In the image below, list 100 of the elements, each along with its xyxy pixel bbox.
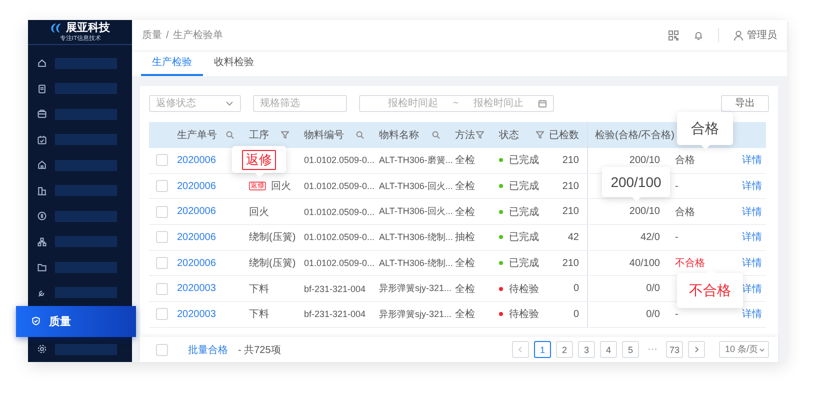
order-link[interactable]: 2020006 xyxy=(177,258,216,269)
table-cell-text: 不合格 xyxy=(675,256,705,270)
logo-title: 展亚科技 xyxy=(66,22,110,34)
user-name[interactable]: 管理员 xyxy=(747,28,777,42)
table-cell-text: 回火 xyxy=(249,206,269,219)
table-cell: 200/10 xyxy=(629,154,660,166)
date-range-field[interactable]: 报检时间起 ~ 报检时间止 xyxy=(359,94,554,112)
details-link[interactable]: 详情 xyxy=(742,256,762,270)
export-button[interactable]: 导出 xyxy=(721,94,769,112)
document-icon[interactable] xyxy=(37,84,47,94)
checkbox[interactable] xyxy=(156,308,168,320)
details-link[interactable]: 详情 xyxy=(742,307,762,322)
table-cell-text: 下料 xyxy=(249,308,269,322)
calendar-check-icon[interactable] xyxy=(37,134,47,145)
table-cell-text: 合格 xyxy=(675,154,695,168)
details-link[interactable]: 详情 xyxy=(742,179,762,194)
batch-pass-link[interactable]: 批量合格 xyxy=(188,342,228,356)
house-icon[interactable] xyxy=(37,160,47,170)
bell-icon[interactable] xyxy=(693,30,704,40)
column-header: 已检数 xyxy=(549,128,579,142)
coin-icon[interactable] xyxy=(37,211,47,222)
table-cell-text: 已完成 xyxy=(509,206,539,219)
details-link[interactable]: 详情 xyxy=(742,204,762,219)
checkbox[interactable] xyxy=(156,206,168,218)
table-cell-text: 待检验 xyxy=(509,308,539,322)
spec-field[interactable]: 规格筛选 xyxy=(253,94,347,112)
table-cell: 210 xyxy=(562,180,579,192)
column-header: 生产单号 xyxy=(177,128,217,142)
column-header: 状态 xyxy=(499,128,519,142)
column-header: 工序 xyxy=(249,128,269,142)
tab[interactable]: 收料检验 xyxy=(203,50,265,76)
table-cell: 01.0102.0509-0... xyxy=(304,232,375,242)
gear-icon[interactable] xyxy=(37,344,47,354)
checkbox[interactable] xyxy=(156,344,168,356)
table-cell: bf-231-321-004 xyxy=(304,284,366,294)
prev-page-button[interactable] xyxy=(512,341,529,358)
table-cell: 0/0 xyxy=(646,308,660,320)
placeholder-bar xyxy=(55,210,117,222)
details-link[interactable]: 详情 xyxy=(742,230,762,244)
page-button[interactable]: 1 xyxy=(534,341,551,358)
status-select[interactable]: 返修状态 xyxy=(149,94,241,112)
details-link[interactable]: 详情 xyxy=(742,282,762,296)
checkbox[interactable] xyxy=(156,154,168,166)
page-button[interactable]: 73 xyxy=(666,341,683,358)
checkbox[interactable] xyxy=(156,231,168,244)
search-icon[interactable] xyxy=(226,131,234,139)
order-link[interactable]: 2020003 xyxy=(177,283,216,294)
order-link[interactable]: 2020006 xyxy=(177,154,216,166)
table-cell: 42/0 xyxy=(640,232,660,243)
table-cell: 01.0102.0509-0... xyxy=(304,181,375,192)
column-header: 检验(合格/不合格) xyxy=(595,128,674,142)
user-icon[interactable] xyxy=(733,30,744,40)
page-size-select[interactable]: 10 条/页 xyxy=(719,341,769,358)
tab[interactable]: 生产检验 xyxy=(141,50,203,76)
table-cell: 42 xyxy=(568,232,579,243)
search-icon[interactable] xyxy=(432,131,440,139)
details-link[interactable]: 详情 xyxy=(742,153,762,168)
checkbox[interactable] xyxy=(156,257,168,270)
hierarchy-icon[interactable] xyxy=(37,236,47,247)
grid-icon[interactable] xyxy=(668,30,679,40)
order-link[interactable]: 2020006 xyxy=(177,206,216,218)
table-cell: 200/10 xyxy=(629,206,660,218)
filter-icon[interactable] xyxy=(536,131,544,139)
total-count: - 共725项 xyxy=(238,344,281,356)
order-link[interactable]: 2020006 xyxy=(177,232,216,243)
order-link[interactable]: 2020006 xyxy=(177,180,216,192)
column-header: 物料名称 xyxy=(379,128,419,142)
page-button[interactable]: 2 xyxy=(556,341,573,358)
page-button[interactable]: 5 xyxy=(622,341,639,358)
building-icon[interactable] xyxy=(37,186,47,196)
folder-icon[interactable] xyxy=(37,262,47,272)
table-cell: 0 xyxy=(573,308,579,320)
order-link[interactable]: 2020003 xyxy=(177,308,216,320)
checkbox[interactable] xyxy=(156,282,168,295)
page-button[interactable]: 4 xyxy=(600,341,617,358)
page-button[interactable]: 3 xyxy=(578,341,595,358)
table-cell-text: 绕制(压簧) xyxy=(249,230,296,244)
table-cell-text: 全检 xyxy=(455,308,475,322)
filter-icon[interactable] xyxy=(476,131,484,139)
table-cell: 01.0102.0509-0... xyxy=(304,206,375,217)
box-icon[interactable] xyxy=(37,109,47,120)
table-cell: 210 xyxy=(562,154,579,166)
table-cell: 210 xyxy=(562,206,579,218)
table-cell-text: 回火 xyxy=(271,180,291,194)
table-cell: - xyxy=(675,180,678,192)
sidebar-item[interactable]: 质量 xyxy=(16,306,136,336)
next-page-button[interactable] xyxy=(688,341,705,358)
checkbox[interactable] xyxy=(156,180,168,192)
table-cell-text: 全检 xyxy=(455,180,475,194)
filter-icon[interactable] xyxy=(281,131,289,139)
placeholder-bar xyxy=(55,287,117,298)
home-icon[interactable] xyxy=(37,58,47,68)
search-icon[interactable] xyxy=(356,131,364,139)
table-cell: ALT-TH306-回火... xyxy=(379,205,453,218)
breadcrumb-item[interactable]: 质量 xyxy=(142,28,162,42)
table-cell-text: 抽检 xyxy=(455,230,475,244)
logo-icon xyxy=(50,22,64,33)
chevron-left-icon xyxy=(517,346,524,353)
table-cell: 异形弹簧sjy-321... xyxy=(379,282,452,296)
table-cell-text: 全检 xyxy=(455,154,475,168)
